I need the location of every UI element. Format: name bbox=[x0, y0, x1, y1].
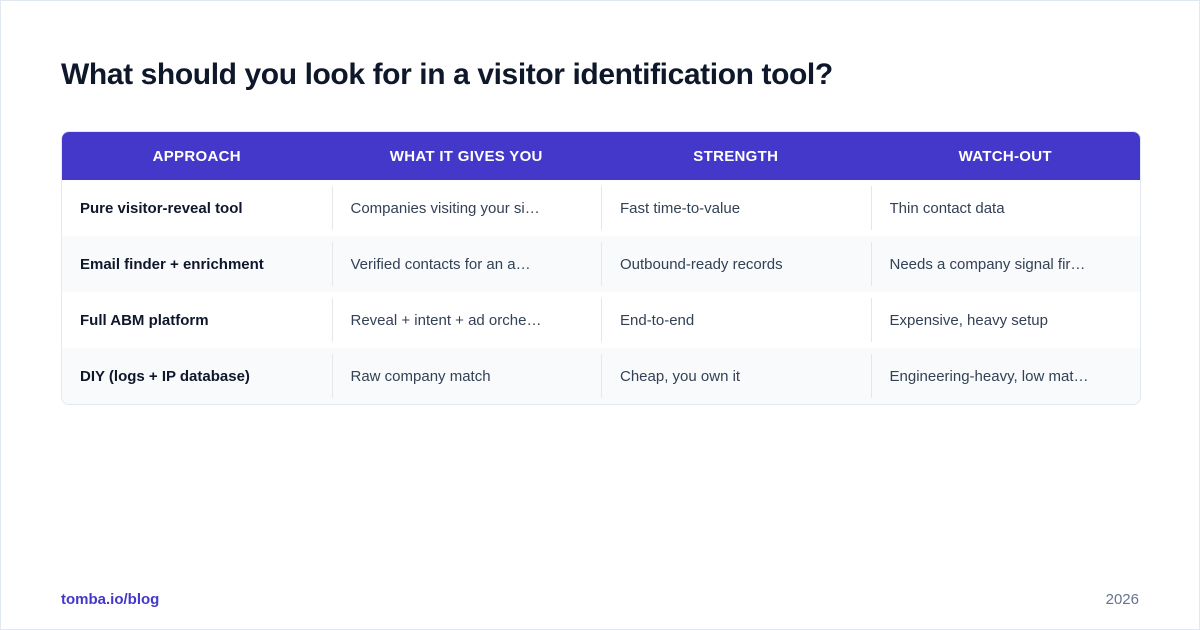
cell-watch-out: Thin contact data bbox=[870, 186, 1141, 230]
cell-text: Thin contact data bbox=[889, 199, 1005, 217]
cell-text: Verified contacts for an a… bbox=[350, 255, 531, 273]
cell-text: Reveal + intent + ad orche… bbox=[350, 311, 542, 329]
cell-watch-out: Expensive, heavy setup bbox=[870, 298, 1141, 342]
cell-text: Raw company match bbox=[350, 367, 491, 385]
header-what-it-gives-you: WHAT IT GIVES YOU bbox=[389, 147, 543, 165]
cell-text: Companies visiting your si… bbox=[350, 199, 540, 217]
cell-text: Pure visitor-reveal tool bbox=[80, 199, 243, 217]
cell-text: End-to-end bbox=[620, 311, 695, 329]
header-watch-out: WATCH-OUT bbox=[958, 147, 1052, 165]
cell-what-it-gives-you: Raw company match bbox=[331, 354, 602, 398]
cell-text: Full ABM platform bbox=[80, 311, 209, 329]
cell-text: Expensive, heavy setup bbox=[889, 311, 1048, 329]
cell-approach: Pure visitor-reveal tool bbox=[62, 186, 332, 230]
cell-approach: Full ABM platform bbox=[62, 298, 332, 342]
footer-year: 2026 bbox=[1105, 591, 1139, 608]
cell-text: Fast time-to-value bbox=[620, 199, 741, 217]
cell-text: Outbound-ready records bbox=[620, 255, 783, 273]
cell-approach: Email finder + enrichment bbox=[62, 242, 332, 286]
page-card: What should you look for in a visitor id… bbox=[0, 0, 1200, 630]
table-header: APPROACH WHAT IT GIVES YOU STRENGTH WATC… bbox=[62, 132, 1140, 180]
cell-watch-out: Needs a company signal fir… bbox=[870, 242, 1141, 286]
table-row: Email finder + enrichment Verified conta… bbox=[62, 236, 1140, 292]
cell-text: DIY (logs + IP database) bbox=[80, 367, 250, 385]
cell-what-it-gives-you: Companies visiting your si… bbox=[331, 186, 602, 230]
cell-strength: Outbound-ready records bbox=[601, 242, 871, 286]
cell-text: Engineering-heavy, low mat… bbox=[889, 367, 1089, 385]
table-row: Full ABM platform Reveal + intent + ad o… bbox=[62, 292, 1140, 348]
table-row: Pure visitor-reveal tool Companies visit… bbox=[62, 180, 1140, 236]
cell-what-it-gives-you: Verified contacts for an a… bbox=[331, 242, 602, 286]
cell-strength: Fast time-to-value bbox=[601, 186, 871, 230]
cell-text: Email finder + enrichment bbox=[80, 255, 264, 273]
header-approach: APPROACH bbox=[152, 147, 241, 165]
header-strength: STRENGTH bbox=[693, 147, 779, 165]
cell-strength: End-to-end bbox=[601, 298, 871, 342]
cell-approach: DIY (logs + IP database) bbox=[62, 354, 332, 398]
cell-what-it-gives-you: Reveal + intent + ad orche… bbox=[331, 298, 602, 342]
cell-strength: Cheap, you own it bbox=[601, 354, 871, 398]
table-row: DIY (logs + IP database) Raw company mat… bbox=[62, 348, 1140, 404]
comparison-table: APPROACH WHAT IT GIVES YOU STRENGTH WATC… bbox=[61, 131, 1141, 405]
source-link[interactable]: tomba.io/blog bbox=[61, 591, 159, 608]
page-title: What should you look for in a visitor id… bbox=[61, 58, 833, 91]
cell-text: Needs a company signal fir… bbox=[889, 255, 1086, 273]
cell-watch-out: Engineering-heavy, low mat… bbox=[870, 354, 1141, 398]
cell-text: Cheap, you own it bbox=[620, 367, 741, 385]
